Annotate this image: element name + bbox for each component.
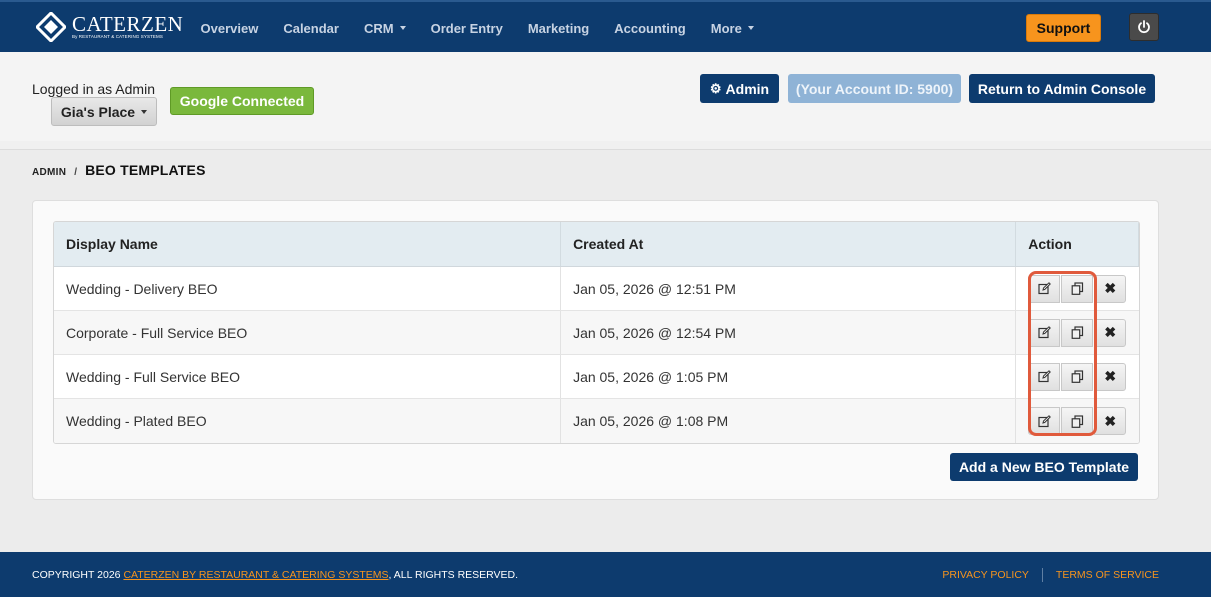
nav-calendar-label: Calendar <box>283 20 339 36</box>
logged-in-text: Logged in as Admin <box>32 81 155 97</box>
nav-order-entry-label: Order Entry <box>430 20 503 36</box>
header-created-at: Created At <box>561 222 1017 266</box>
copy-icon <box>1071 282 1083 295</box>
close-icon: ✖ <box>1104 280 1117 296</box>
row-created-at: Jan 05, 2026 @ 12:54 PM <box>561 311 1017 354</box>
google-connected-button[interactable]: Google Connected <box>170 87 314 115</box>
nav-crm-label: CRM <box>363 20 394 36</box>
beo-templates-panel: Display Name Created At Action Wedding -… <box>32 200 1159 500</box>
page-title: BEO TEMPLATES <box>85 162 206 178</box>
top-navbar: CATERZEN By RESTAURANT & CATERING SYSTEM… <box>0 0 1211 52</box>
breadcrumb: ADMIN / BEO TEMPLATES <box>32 162 206 178</box>
edit-button[interactable] <box>1028 407 1061 435</box>
nav-calendar[interactable]: Calendar <box>271 2 352 54</box>
row-created-at: Jan 05, 2026 @ 12:51 PM <box>561 267 1017 310</box>
edit-button[interactable] <box>1028 274 1061 303</box>
footer-divider <box>1041 567 1043 582</box>
close-icon: ✖ <box>1104 368 1117 384</box>
caret-down-icon <box>141 109 148 114</box>
power-icon <box>1138 20 1150 34</box>
admin-button[interactable]: ⚙ Admin <box>700 74 779 103</box>
copyright-suffix: , ALL RIGHTS RESERVED. <box>388 568 519 581</box>
row-display-name: Wedding - Delivery BEO <box>54 267 562 310</box>
duplicate-button[interactable] <box>1061 274 1094 303</box>
row-created-at: Jan 05, 2026 @ 1:08 PM <box>561 399 1017 443</box>
header-action: Action <box>1016 222 1139 266</box>
caret-down-icon <box>747 26 754 30</box>
terms-of-service-link[interactable]: TERMS OF SERVICE <box>1056 569 1159 581</box>
copy-icon <box>1071 414 1083 428</box>
nav-order-entry[interactable]: Order Entry <box>418 2 515 54</box>
nav-overview[interactable]: Overview <box>188 2 271 54</box>
edit-icon <box>1038 326 1051 339</box>
add-beo-template-button[interactable]: Add a New BEO Template <box>950 453 1138 481</box>
copy-icon <box>1071 370 1083 383</box>
copyright-text: COPYRIGHT 2026 CATERZEN BY RESTAURANT & … <box>32 569 518 581</box>
nav-accounting-label: Accounting <box>614 20 686 36</box>
row-display-name: Corporate - Full Service BEO <box>54 311 562 354</box>
account-bar: Logged in as Admin Gia's Place Google Co… <box>0 52 1211 150</box>
header-display-name: Display Name <box>54 222 562 266</box>
copyright-prefix: COPYRIGHT 2026 <box>32 568 124 581</box>
row-actions: ✖ <box>1016 267 1139 310</box>
nav-accounting[interactable]: Accounting <box>602 2 699 54</box>
duplicate-button[interactable] <box>1061 362 1094 391</box>
nav-more-label: More <box>710 20 742 36</box>
beo-templates-table: Display Name Created At Action Wedding -… <box>53 221 1140 444</box>
delete-button[interactable]: ✖ <box>1094 362 1127 391</box>
duplicate-button[interactable] <box>1061 407 1094 435</box>
logo-tagline: By RESTAURANT & CATERING SYSTEMS <box>72 34 163 39</box>
logo-name: CATERZEN <box>72 12 184 36</box>
edit-button[interactable] <box>1028 362 1061 391</box>
close-icon: ✖ <box>1104 412 1117 429</box>
table-row: Wedding - Full Service BEO Jan 05, 2026 … <box>54 355 1139 399</box>
row-created-at: Jan 05, 2026 @ 1:05 PM <box>561 355 1017 398</box>
caterzen-logo[interactable]: CATERZEN By RESTAURANT & CATERING SYSTEM… <box>36 11 183 43</box>
logo-diamond-icon <box>36 12 66 42</box>
caret-down-icon <box>399 26 406 30</box>
close-icon: ✖ <box>1104 324 1117 340</box>
privacy-policy-link[interactable]: PRIVACY POLICY <box>942 569 1029 581</box>
return-admin-console-button[interactable]: Return to Admin Console <box>969 74 1155 103</box>
table-row: Wedding - Delivery BEO Jan 05, 2026 @ 12… <box>54 267 1139 311</box>
nav-more[interactable]: More <box>698 2 766 54</box>
duplicate-button[interactable] <box>1061 318 1094 347</box>
nav-overview-label: Overview <box>200 20 259 36</box>
caterzen-company-link[interactable]: CATERZEN BY RESTAURANT & CATERING SYSTEM… <box>123 569 388 581</box>
support-button[interactable]: Support <box>1026 14 1101 42</box>
delete-button[interactable]: ✖ <box>1094 407 1127 435</box>
location-dropdown[interactable]: Gia's Place <box>51 97 157 126</box>
edit-icon <box>1038 414 1051 427</box>
delete-button[interactable]: ✖ <box>1094 318 1127 347</box>
copy-icon <box>1071 326 1083 339</box>
main-nav: Overview Calendar CRM Order Entry Market… <box>188 2 766 54</box>
row-actions: ✖ <box>1016 355 1139 398</box>
logout-button[interactable] <box>1129 13 1159 41</box>
delete-button[interactable]: ✖ <box>1094 274 1127 303</box>
footer-links: PRIVACY POLICY TERMS OF SERVICE <box>942 567 1159 582</box>
breadcrumb-separator: / <box>74 167 78 178</box>
gear-icon: ⚙ <box>709 80 722 96</box>
breadcrumb-admin[interactable]: ADMIN <box>32 167 66 178</box>
account-id-badge: (Your Account ID: 5900) <box>788 74 961 103</box>
edit-icon <box>1038 282 1051 295</box>
row-display-name: Wedding - Full Service BEO <box>54 355 562 398</box>
edit-icon <box>1038 370 1051 383</box>
nav-marketing-label: Marketing <box>527 20 590 36</box>
row-actions: ✖ <box>1016 399 1139 443</box>
row-display-name: Wedding - Plated BEO <box>54 399 562 443</box>
edit-button[interactable] <box>1028 318 1061 347</box>
nav-marketing[interactable]: Marketing <box>515 2 601 54</box>
location-label: Gia's Place <box>60 103 136 120</box>
nav-crm[interactable]: CRM <box>351 2 418 54</box>
table-row: Wedding - Plated BEO Jan 05, 2026 @ 1:08… <box>54 399 1139 443</box>
table-row: Corporate - Full Service BEO Jan 05, 202… <box>54 311 1139 355</box>
admin-button-label: Admin <box>725 80 770 97</box>
row-actions: ✖ <box>1016 311 1139 354</box>
table-header: Display Name Created At Action <box>54 222 1139 267</box>
footer: COPYRIGHT 2026 CATERZEN BY RESTAURANT & … <box>0 552 1211 597</box>
